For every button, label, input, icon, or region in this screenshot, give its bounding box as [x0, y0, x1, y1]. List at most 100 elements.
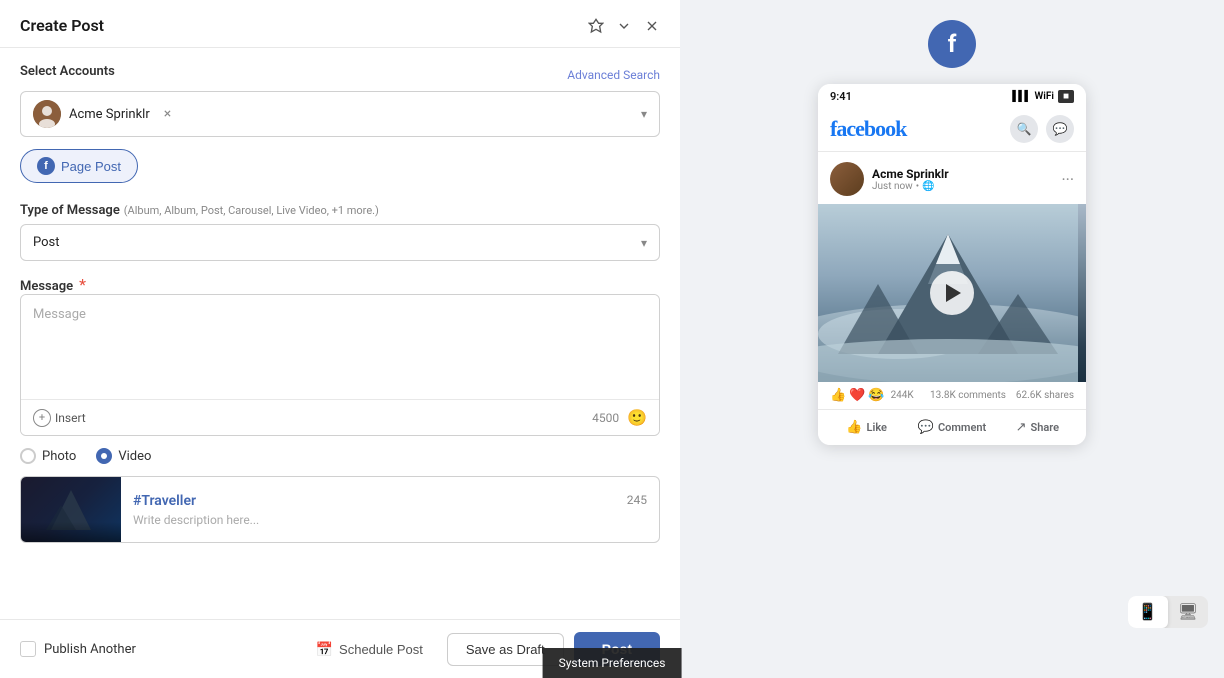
- account-chip: Acme Sprinklr ×: [33, 100, 171, 128]
- publish-another-section: Publish Another: [20, 641, 136, 657]
- message-toolbar: + Insert 4500 🙂: [21, 399, 659, 435]
- post-meta: Just now • 🌐: [872, 181, 1053, 192]
- video-card-header: #Traveller 245: [133, 493, 647, 509]
- advanced-search-link[interactable]: Advanced Search: [567, 68, 660, 82]
- battery-icon: ■: [1058, 90, 1074, 103]
- select-accounts-header: Select Accounts Advanced Search: [20, 64, 660, 85]
- schedule-post-button[interactable]: 📅 Schedule Post: [302, 633, 437, 666]
- system-preferences-tooltip: System Preferences: [543, 648, 682, 678]
- phone-mockup: 9:41 ▌▌▌ WiFi ■ facebook 🔍 💬: [818, 84, 1086, 445]
- modal-title: Create Post: [20, 16, 104, 35]
- post-time: Just now: [872, 181, 913, 192]
- video-radio-option[interactable]: Video: [96, 448, 151, 464]
- comments-count: 13.8K comments: [930, 390, 1006, 401]
- reaction-icons: 👍 ❤️ 😂 244K: [830, 388, 914, 403]
- haha-emoji: 😂: [868, 388, 884, 403]
- status-icons: ▌▌▌ WiFi ■: [1012, 90, 1074, 103]
- video-card-count: 245: [627, 493, 647, 507]
- status-bar: 9:41 ▌▌▌ WiFi ■: [818, 84, 1086, 107]
- message-count-emoji: 4500 🙂: [592, 408, 647, 427]
- type-of-message-section: Type of Message (Album, Album, Post, Car…: [20, 199, 660, 261]
- photo-radio-label: Photo: [42, 449, 76, 464]
- comment-action-label: Comment: [938, 421, 986, 434]
- modal-overlay: Create Post: [0, 0, 1224, 678]
- fb-app-header: facebook 🔍 💬: [818, 107, 1086, 152]
- message-input[interactable]: [21, 295, 659, 395]
- publish-another-label: Publish Another: [44, 642, 136, 657]
- message-textarea-container: + Insert 4500 🙂: [20, 294, 660, 436]
- insert-button[interactable]: + Insert: [33, 409, 86, 427]
- account-name: Acme Sprinklr: [69, 107, 150, 122]
- type-dropdown-arrow: ▾: [641, 236, 647, 250]
- messenger-icon[interactable]: 💬: [1046, 115, 1074, 143]
- modal-header: Create Post: [0, 0, 680, 48]
- message-section: Message * + Insert 4500 🙂: [20, 275, 660, 436]
- mobile-icon: 📱: [1138, 604, 1158, 621]
- comment-action-button[interactable]: 💬 Comment: [909, 414, 994, 441]
- account-selector[interactable]: Acme Sprinklr × ▾: [20, 91, 660, 137]
- share-icon: ↗: [1016, 420, 1027, 435]
- share-action-label: Share: [1031, 421, 1060, 434]
- schedule-post-label: Schedule Post: [339, 642, 423, 657]
- system-preferences-label: System Preferences: [559, 656, 666, 670]
- stats-right: 13.8K comments 62.6K shares: [930, 390, 1074, 401]
- post-actions: 👍 Like 💬 Comment ↗ Share: [818, 410, 1086, 445]
- video-description-placeholder: Write description here...: [133, 513, 647, 527]
- like-action-button[interactable]: 👍 Like: [824, 414, 909, 441]
- create-post-modal: Create Post: [0, 0, 680, 678]
- reactions-count: 244K: [891, 390, 914, 401]
- search-icon[interactable]: 🔍: [1010, 115, 1038, 143]
- publish-another-checkbox[interactable]: [20, 641, 36, 657]
- message-required-indicator: *: [79, 275, 86, 294]
- calendar-icon: 📅: [316, 641, 333, 658]
- desktop-view-button[interactable]: 🖥: [1168, 596, 1208, 628]
- video-radio-btn[interactable]: [96, 448, 112, 464]
- photo-radio-option[interactable]: Photo: [20, 448, 76, 464]
- chevron-down-icon[interactable]: [616, 18, 632, 34]
- type-of-message-label-row: Type of Message (Album, Album, Post, Car…: [20, 199, 660, 218]
- facebook-preview-icon: f: [928, 20, 976, 68]
- post-author-avatar: [830, 162, 864, 196]
- select-accounts-label: Select Accounts: [20, 64, 115, 79]
- play-button[interactable]: [930, 271, 974, 315]
- mountain-svg: [41, 485, 101, 535]
- post-more-options[interactable]: ···: [1061, 170, 1074, 189]
- close-icon[interactable]: [644, 18, 660, 34]
- post-author-info: Acme Sprinklr Just now • 🌐: [872, 167, 1053, 192]
- facebook-icon-small: f: [37, 157, 55, 175]
- fb-post-card: Acme Sprinklr Just now • 🌐 ···: [818, 152, 1086, 445]
- emoji-button[interactable]: 🙂: [627, 408, 647, 427]
- like-action-label: Like: [867, 421, 887, 434]
- post-stats: 👍 ❤️ 😂 244K 13.8K comments 62.6K shares: [818, 382, 1086, 410]
- video-card: #Traveller 245 Write description here...: [20, 476, 660, 543]
- account-dropdown-arrow: ▾: [641, 107, 647, 121]
- insert-label: Insert: [55, 411, 86, 425]
- post-type-buttons: f Page Post: [20, 149, 660, 183]
- type-of-message-label: Type of Message: [20, 203, 120, 218]
- post-author-name: Acme Sprinklr: [872, 167, 1053, 181]
- share-action-button[interactable]: ↗ Share: [995, 414, 1080, 441]
- facebook-logo: facebook: [830, 116, 906, 142]
- page-post-label: Page Post: [61, 159, 121, 174]
- comment-icon: 💬: [918, 420, 934, 435]
- dot-separator: •: [916, 181, 919, 192]
- message-label-row: Message *: [20, 275, 660, 294]
- type-of-message-sublabel: (Album, Album, Post, Carousel, Live Vide…: [124, 204, 379, 217]
- video-hashtag: #Traveller: [133, 493, 196, 509]
- insert-icon: +: [33, 409, 51, 427]
- page-post-button[interactable]: f Page Post: [20, 149, 138, 183]
- type-select-dropdown[interactable]: Post ▾: [20, 224, 660, 261]
- like-icon: 👍: [846, 420, 862, 435]
- signal-icon: ▌▌▌: [1012, 91, 1030, 102]
- video-thumbnail: [21, 477, 121, 542]
- mobile-view-button[interactable]: 📱: [1128, 596, 1168, 628]
- video-radio-label: Video: [118, 449, 151, 464]
- status-time: 9:41: [830, 90, 852, 103]
- post-image: [818, 204, 1086, 382]
- photo-radio-btn[interactable]: [20, 448, 36, 464]
- modal-header-icons: [588, 18, 660, 34]
- message-label: Message: [20, 279, 73, 294]
- post-card-header: Acme Sprinklr Just now • 🌐 ···: [818, 152, 1086, 204]
- pin-icon[interactable]: [588, 18, 604, 34]
- account-remove-btn[interactable]: ×: [164, 106, 171, 122]
